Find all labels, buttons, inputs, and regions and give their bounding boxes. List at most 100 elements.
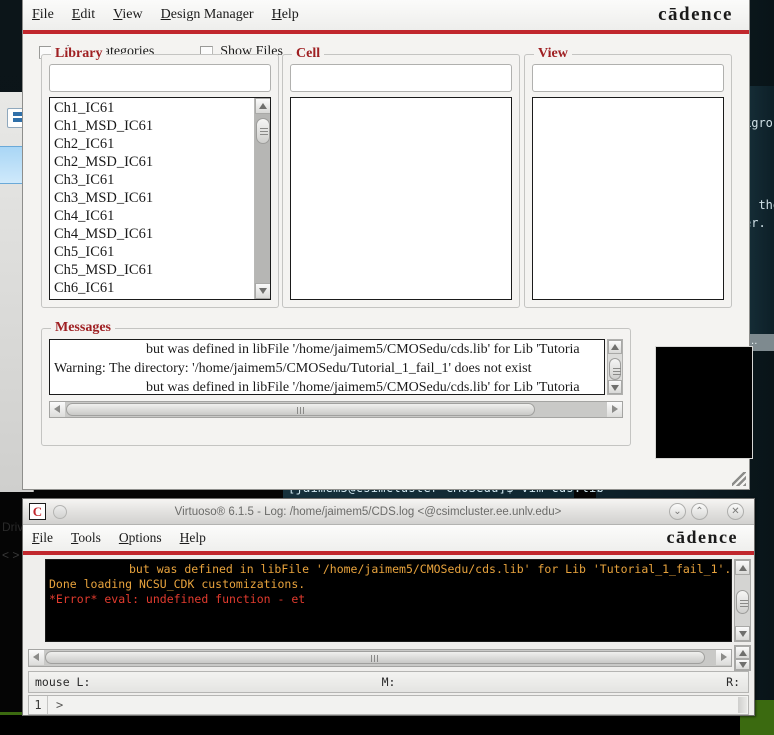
menu-design-manager-accel: D: [160, 7, 171, 22]
library-manager-body: File Edit View Design Manager Help cāden…: [23, 0, 753, 489]
background-bottom-black: [0, 715, 774, 735]
messages-scroll-up-icon[interactable]: [608, 340, 622, 354]
view-list-items: [533, 98, 707, 299]
view-listbox[interactable]: [532, 97, 724, 300]
message-line: but was defined in libFile '/home/jaimem…: [146, 380, 580, 395]
view-group-title: View: [534, 46, 572, 62]
list-item[interactable]: Ch1_IC61: [50, 99, 254, 117]
list-item[interactable]: Ch6_IC61: [50, 279, 254, 297]
hscroll-right-icon[interactable]: [607, 402, 622, 417]
close-icon[interactable]: ✕: [727, 503, 744, 520]
library-scroll-thumb[interactable]: [256, 118, 270, 144]
view-filter-input[interactable]: [532, 64, 724, 92]
list-item[interactable]: Ch4_IC61: [50, 207, 254, 225]
log-menu-tools[interactable]: Tools: [62, 528, 110, 548]
log-console-scrollbar[interactable]: [734, 559, 751, 642]
log-hscroll-right-icon[interactable]: [716, 650, 731, 665]
log-menu-options[interactable]: Options: [110, 528, 171, 548]
log-console[interactable]: but was defined in libFile '/home/jaimem…: [45, 559, 732, 642]
log-horizontal-scrollbar[interactable]: [28, 649, 732, 667]
menu-help-rest: elp: [281, 7, 299, 22]
log-secondary-scrollbar[interactable]: [734, 645, 751, 671]
virtuoso-log-window[interactable]: C Virtuoso® 6.1.5 - Log: /home/jaimem5/C…: [22, 498, 755, 716]
menu-design-manager-rest: esign Manager: [170, 7, 254, 22]
cell-group: Cell: [282, 46, 520, 308]
library-listbox[interactable]: Ch1_IC61 Ch1_MSD_IC61 Ch2_IC61 Ch2_MSD_I…: [49, 97, 271, 300]
log-menu-file-rest: ile: [39, 530, 54, 545]
log-scroll-down-icon[interactable]: [735, 626, 750, 641]
window-resize-grip[interactable]: [732, 472, 746, 486]
cell-filter-input[interactable]: [290, 64, 512, 92]
log-line-2: *Error* eval: undefined function - et: [49, 592, 306, 606]
log-menu-help[interactable]: Help: [171, 528, 215, 548]
library-list-scrollbar[interactable]: [254, 98, 270, 299]
minimize-icon[interactable]: ⌄: [669, 503, 686, 520]
log-window-titlebar[interactable]: C Virtuoso® 6.1.5 - Log: /home/jaimem5/C…: [23, 499, 754, 525]
list-item[interactable]: Ch2_IC61: [50, 135, 254, 153]
list-item[interactable]: Ch4_MSD_IC61: [50, 225, 254, 243]
messages-group: Messages but was defined in libFile '/ho…: [41, 320, 631, 446]
command-prompt: >: [56, 698, 64, 712]
log-menu-file-accel: F: [32, 530, 40, 545]
library-scroll-track[interactable]: [255, 114, 270, 283]
command-scroll-indicator[interactable]: [738, 697, 747, 713]
log-hscroll-left-icon[interactable]: [29, 650, 44, 665]
menu-view-rest: iew: [122, 7, 143, 22]
cell-listbox[interactable]: [290, 97, 512, 300]
view-group: View: [524, 46, 732, 308]
messages-horizontal-scrollbar[interactable]: [49, 401, 623, 418]
log-secondary-scroll-up-icon[interactable]: [735, 646, 750, 659]
list-item[interactable]: Ch1_MSD_IC61: [50, 117, 254, 135]
list-item[interactable]: Ch2_MSD_IC61: [50, 153, 254, 171]
log-command-line[interactable]: 1 >: [28, 695, 749, 715]
library-list-items: Ch1_IC61 Ch1_MSD_IC61 Ch2_IC61 Ch2_MSD_I…: [50, 98, 254, 299]
messages-hscroll-thumb[interactable]: [66, 403, 536, 416]
log-secondary-scroll-down-icon[interactable]: [735, 659, 750, 670]
list-item[interactable]: Ch5_MSD_IC61: [50, 261, 254, 279]
list-item[interactable]: Ch3_IC61: [50, 171, 254, 189]
hscroll-left-icon[interactable]: [50, 402, 65, 417]
messages-vertical-scrollbar[interactable]: [607, 339, 623, 395]
status-mouse-right: R:: [726, 675, 740, 689]
log-scroll-up-icon[interactable]: [735, 560, 750, 575]
scroll-up-icon[interactable]: [255, 98, 270, 114]
menu-help[interactable]: Help: [263, 5, 308, 25]
background-left-window-nav[interactable]: < >: [2, 548, 19, 562]
log-line-0: but was defined in libFile '/home/jaimem…: [129, 562, 732, 576]
library-group: Library Ch1_IC61 Ch1_MSD_IC61 Ch2_IC61 C…: [41, 46, 279, 308]
log-status-bar: mouse L: M: R:: [28, 671, 749, 693]
library-group-title: Library: [51, 46, 107, 62]
messages-scroll-down-icon[interactable]: [608, 380, 622, 394]
messages-textbox[interactable]: but was defined in libFile '/home/jaimem…: [49, 339, 605, 395]
messages-group-title: Messages: [51, 320, 115, 336]
list-item[interactable]: Ch5_IC61: [50, 243, 254, 261]
list-item[interactable]: Ch3_MSD_IC61: [50, 189, 254, 207]
titlebar-menu-icon[interactable]: [53, 504, 67, 519]
log-window-menubar[interactable]: File Tools Options Help cādence: [23, 525, 754, 551]
log-menu-options-rest: ptions: [128, 530, 162, 545]
log-menu-tools-rest: ools: [78, 530, 101, 545]
menu-file-accel: F: [32, 7, 40, 22]
message-line: Warning: The directory: '/home/jaimem5/C…: [54, 361, 532, 376]
close-glyph: ✕: [731, 505, 740, 517]
maximize-icon[interactable]: ⌃: [691, 503, 708, 520]
log-menu-help-rest: elp: [189, 530, 206, 545]
log-scroll-thumb[interactable]: [736, 590, 749, 614]
messages-scroll-thumb[interactable]: [609, 358, 621, 380]
menu-design-manager[interactable]: Design Manager: [152, 5, 263, 25]
log-menu-file[interactable]: File: [23, 528, 62, 548]
library-manager-menubar[interactable]: File Edit View Design Manager Help cāden…: [23, 0, 749, 30]
library-filter-input[interactable]: [49, 64, 271, 92]
status-mouse-left: mouse L:: [35, 675, 91, 689]
log-hscroll-thumb[interactable]: [45, 651, 705, 664]
minimize-glyph: ⌄: [673, 505, 682, 517]
scroll-down-icon[interactable]: [255, 283, 270, 299]
menu-edit[interactable]: Edit: [63, 5, 104, 25]
menu-file[interactable]: File: [23, 5, 63, 25]
log-line: *Error* eval: undefined function - et: [49, 592, 728, 607]
status-mouse-middle: M:: [381, 675, 396, 689]
library-manager-window[interactable]: File Edit View Design Manager Help cāden…: [22, 0, 753, 490]
log-menu-help-accel: H: [179, 530, 190, 545]
menu-view[interactable]: View: [104, 5, 152, 25]
cadence-app-icon: C: [29, 503, 46, 520]
